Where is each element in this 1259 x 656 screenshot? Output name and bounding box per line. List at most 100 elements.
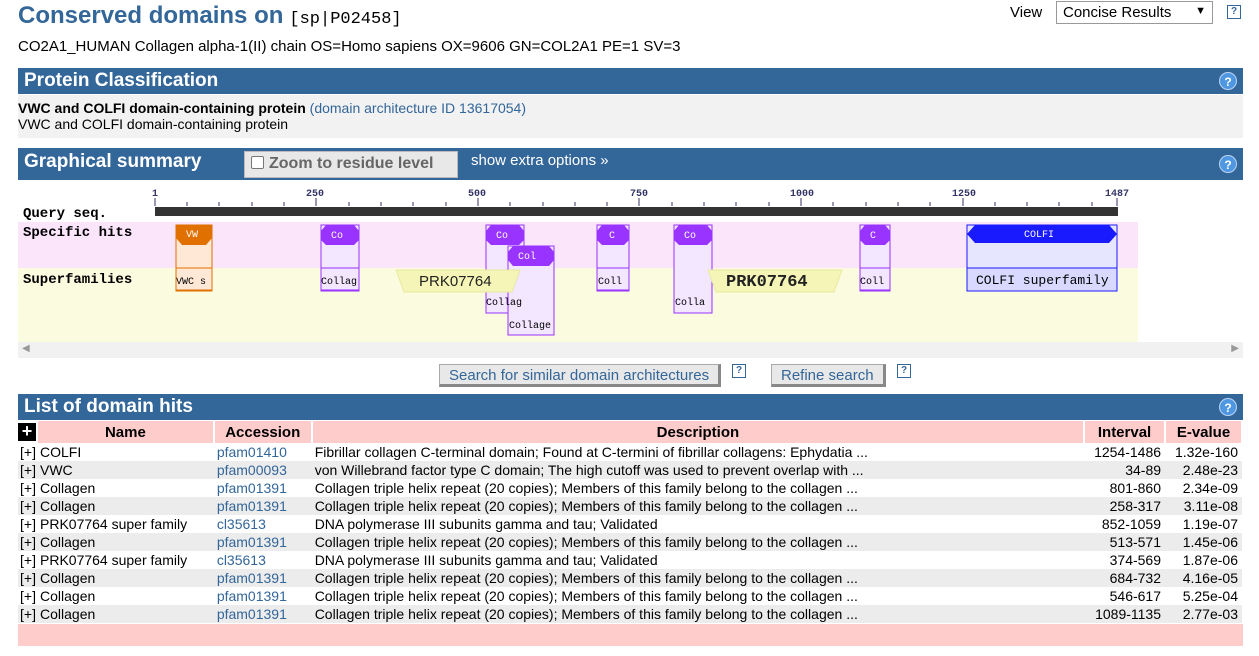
hit-evalue: 2.48e-23 [1165, 461, 1242, 479]
horizontal-scrollbar[interactable]: ◀ ▶ [18, 342, 1243, 358]
hit-name: Collagen [37, 533, 214, 551]
tick-label: 1250 [952, 189, 976, 200]
help-icon[interactable]: ? [897, 364, 911, 378]
expand-row-toggle[interactable]: [+] [18, 461, 37, 479]
hit-name: PRK07764 super family [40, 552, 188, 568]
table-row: [+] PRK07764 super family cl35613 DNA polym… [18, 515, 1242, 533]
hit-description: Collagen triple helix repeat (20 copies)… [311, 533, 1085, 551]
hit-evalue: 4.16e-05 [1165, 569, 1242, 587]
hit-description: Fibrillar collagen C-terminal domain; Fo… [314, 444, 868, 460]
table-row: [+] PRK07764 super family cl35613 DNA polym… [18, 551, 1242, 569]
help-icon[interactable]: ? [1219, 398, 1237, 416]
show-extra-options-link[interactable]: show extra options » [471, 152, 609, 169]
domain-graphic: Query seq. Specific hits Superfamilies 1… [18, 180, 1243, 342]
table-row: [+] Collagen pfam01391 Collagen triple heli… [18, 497, 1242, 515]
checkbox-icon [251, 156, 264, 169]
column-header-accession[interactable]: Accession [213, 421, 313, 443]
tick-label: 500 [468, 189, 486, 200]
column-header-name[interactable]: Name [37, 421, 215, 443]
hit-accession-link[interactable]: pfam01391 [214, 479, 312, 497]
hit-name: Collagen [40, 588, 96, 604]
column-header-interval[interactable]: Interval [1084, 421, 1167, 443]
expand-row-toggle[interactable]: [+] [18, 497, 37, 515]
hit-description: Collagen triple helix repeat (20 copies)… [311, 605, 1085, 623]
page-title: Conserved domains on [sp|P02458] [18, 2, 402, 30]
hit-name: Collagen [40, 480, 96, 496]
classification-panel: VWC and COLFI domain-containing protein … [18, 95, 1243, 138]
hit-accession-link[interactable]: pfam01410 [214, 443, 312, 461]
help-icon[interactable]: ? [732, 364, 746, 378]
hit-description: Collagen triple helix repeat (20 copies)… [311, 497, 1085, 515]
expand-row-toggle[interactable]: [+] [18, 515, 37, 533]
superfamily-label[interactable]: Collag [321, 276, 357, 288]
scroll-right-icon[interactable]: ▶ [1231, 343, 1239, 354]
hit-interval: 684-732 [1084, 569, 1166, 587]
refine-search-button[interactable]: Refine search [771, 364, 886, 387]
expand-all-icon[interactable]: + [18, 422, 36, 441]
hit-evalue: 1.87e-06 [1182, 552, 1238, 568]
expand-row-toggle[interactable]: [+] [18, 605, 37, 623]
superfamily-label: PRK07764 [419, 273, 492, 290]
section-title: List of domain hits [24, 396, 193, 417]
table-row: [+] COLFI pfam01410 Fibrillar collagen C-te… [18, 443, 1242, 461]
hit-accession-link[interactable]: pfam01391 [214, 587, 312, 605]
hit-evalue: 1.45e-06 [1165, 533, 1242, 551]
help-icon[interactable]: ? [1219, 72, 1237, 90]
hit-label: Col [518, 251, 536, 263]
domain-graphic-svg: Query seq. Specific hits Superfamilies 1… [18, 180, 1243, 342]
hit-name: PRK07764 super family [40, 516, 188, 532]
superfamily-label[interactable]: Collage [509, 320, 551, 332]
hit-evalue: 3.11e-08 [1165, 497, 1242, 515]
hit-interval: 374-569 [1109, 552, 1162, 568]
hit-interval: 258-317 [1084, 497, 1166, 515]
domain-architecture-link[interactable]: (domain architecture ID 13617054) [310, 100, 526, 116]
table-header-row: + Name Accession Description Interval E-… [18, 421, 1243, 443]
superfamily-label[interactable]: Collag [486, 297, 522, 309]
section-title: Graphical summary [24, 151, 202, 172]
query-sequence-bar [155, 207, 1118, 216]
expand-row-toggle[interactable]: [+] [18, 479, 37, 497]
expand-row-toggle[interactable]: [+] [18, 587, 37, 605]
expand-row-toggle[interactable]: [+] [18, 551, 37, 569]
view-label: View [1010, 4, 1043, 21]
superfamily-label[interactable]: Coll [598, 276, 622, 288]
table-row: [+] Collagen pfam01391 Collagen triple heli… [18, 605, 1242, 623]
table-row: [+] Collagen pfam01391 Collagen triple heli… [18, 569, 1242, 587]
hit-name: Collagen [37, 569, 214, 587]
hit-accession-link[interactable]: pfam01391 [213, 533, 312, 551]
scroll-left-icon[interactable]: ◀ [22, 343, 30, 354]
help-icon[interactable]: ? [1219, 155, 1237, 173]
hit-accession-link[interactable]: pfam01391 [213, 605, 312, 623]
help-icon[interactable]: ? [1227, 5, 1241, 19]
hit-interval: 546-617 [1109, 588, 1162, 604]
hit-accession-link[interactable]: cl35613 [214, 515, 312, 533]
hit-interval: 513-571 [1084, 533, 1166, 551]
zoom-to-residue-checkbox[interactable]: Zoom to residue level [244, 151, 458, 178]
hit-interval: 801-860 [1109, 480, 1162, 496]
expand-row-toggle[interactable]: [+] [18, 569, 37, 587]
hit-interval: 34-89 [1084, 461, 1166, 479]
hit-accession-link[interactable]: pfam00093 [213, 461, 312, 479]
hit-accession-link[interactable]: pfam01391 [213, 569, 312, 587]
hit-label: Co [684, 231, 696, 242]
hit-evalue: 2.77e-03 [1165, 605, 1242, 623]
hit-accession-link[interactable]: pfam01391 [213, 497, 312, 515]
superfamily-label[interactable]: Coll [860, 276, 884, 288]
superfamily-label[interactable]: Colla [675, 297, 705, 309]
superfamily-prk07764-2[interactable]: PRK07764 [707, 269, 843, 293]
expand-row-toggle[interactable]: [+] [18, 533, 37, 551]
chevron-down-icon: ▼ [1195, 5, 1206, 17]
hit-description: DNA polymerase III subunits gamma and ta… [314, 516, 658, 532]
query-description: CO2A1_HUMAN Collagen alpha-1(II) chain O… [18, 38, 681, 55]
expand-row-toggle[interactable]: [+] [18, 443, 37, 461]
search-similar-architectures-button[interactable]: Search for similar domain architectures [439, 364, 722, 387]
protein-classification-header: Protein Classification ? [18, 68, 1243, 94]
hit-evalue: 5.25e-04 [1182, 588, 1238, 604]
superfamily-prk07764-1[interactable]: PRK07764 [395, 269, 521, 293]
column-header-description[interactable]: Description [311, 421, 1086, 443]
column-header-evalue[interactable]: E-value [1165, 421, 1243, 443]
superfamily-colfi[interactable]: COLFI superfamily [966, 267, 1118, 292]
view-select[interactable]: Concise Results ▼ [1056, 1, 1213, 24]
hit-accession-link[interactable]: cl35613 [214, 551, 312, 569]
superfamily-label[interactable]: VWC s [176, 277, 206, 288]
